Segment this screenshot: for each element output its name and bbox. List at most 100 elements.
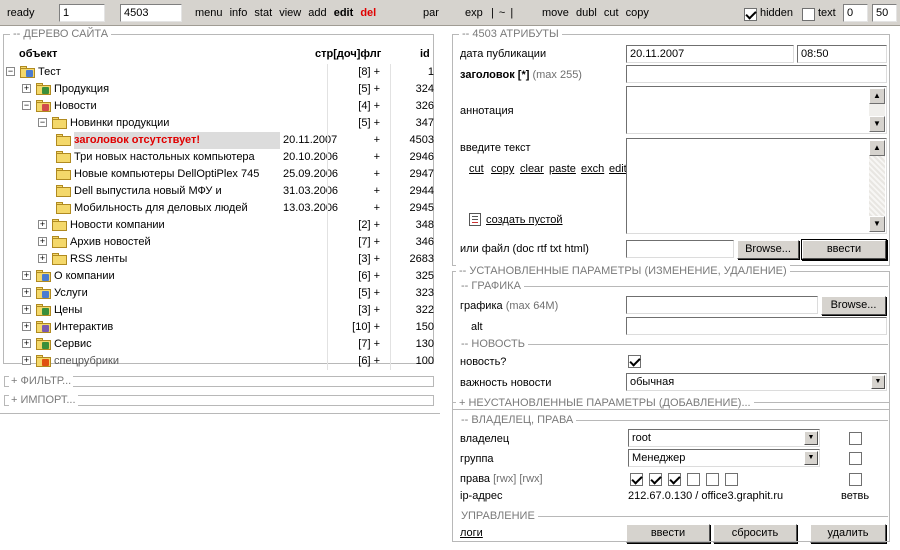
- site-tree-legend[interactable]: -- ДЕРЕВО САЙТА: [10, 28, 112, 40]
- text-checkbox[interactable]: [802, 6, 815, 22]
- text-scrollbar[interactable]: ▲ ▼: [869, 140, 885, 232]
- move-link[interactable]: move: [542, 7, 569, 19]
- tree-row[interactable]: + О компании [6] + 325: [4, 268, 438, 285]
- tree-item-label-box[interactable]: Новинки продукции: [70, 115, 324, 132]
- tree-item-label-box[interactable]: Цены: [54, 302, 324, 319]
- tree-row[interactable]: − Тест [8] + 1: [4, 64, 438, 81]
- attributes-legend[interactable]: -- 4503 АТРИБУТЫ: [459, 28, 562, 40]
- tree-row[interactable]: Мобильность для деловых людей 13.03.2006 +…: [4, 200, 438, 217]
- tree-row[interactable]: − Новинки продукции [5] + 347: [4, 115, 438, 132]
- uninstalled-params-legend[interactable]: + НЕУСТАНОВЛЕННЫЕ ПАРАМЕТРЫ (ДОБАВЛЕНИЕ)…: [456, 397, 754, 409]
- chevron-down-icon[interactable]: ▼: [871, 375, 885, 389]
- file-input[interactable]: [626, 240, 734, 258]
- attributes-submit-button[interactable]: ввести: [802, 240, 886, 259]
- add-link[interactable]: add: [308, 7, 326, 19]
- alt-input[interactable]: [626, 317, 887, 335]
- cut-text-link[interactable]: cut: [469, 163, 484, 175]
- scroll-down-icon[interactable]: ▼: [869, 116, 885, 132]
- rights-checkbox[interactable]: [706, 473, 719, 486]
- expand-icon[interactable]: +: [22, 322, 31, 331]
- rights-checkbox[interactable]: [668, 473, 681, 486]
- text-textarea[interactable]: ▲ ▼: [626, 138, 887, 234]
- rights-checkbox[interactable]: [649, 473, 662, 486]
- edit-link[interactable]: edit: [334, 7, 354, 19]
- scroll-up-icon[interactable]: ▲: [869, 88, 885, 104]
- tree-item-label-box[interactable]: Новости: [54, 98, 324, 115]
- expand-icon[interactable]: +: [22, 305, 31, 314]
- tree-item-label-box[interactable]: Новые компьютеры DellOptiPlex 745: [74, 166, 280, 183]
- tree-item-label-box[interactable]: Интерактив: [54, 319, 324, 336]
- rights-checkbox[interactable]: [725, 473, 738, 486]
- chevron-down-icon[interactable]: ▼: [804, 451, 818, 465]
- tree-item-label-box[interactable]: Три новых настольных компьютера: [74, 149, 280, 166]
- edit-text-link[interactable]: edit: [609, 163, 626, 175]
- exchange-text-link[interactable]: exch: [581, 163, 604, 175]
- pubtime-input[interactable]: [797, 45, 887, 63]
- importance-select[interactable]: обычная ▼: [626, 373, 887, 391]
- tree-row[interactable]: + Цены [3] + 322: [4, 302, 438, 319]
- level-input[interactable]: [59, 4, 105, 22]
- owner-branch-checkbox[interactable]: [849, 432, 862, 445]
- tree-item-label-box[interactable]: Архив новостей: [70, 234, 324, 251]
- tree-row[interactable]: Новые компьютеры DellOptiPlex 745 25.09.2…: [4, 166, 438, 183]
- tree-row[interactable]: Dell выпустила новый МФУ и 31.03.2006 +294…: [4, 183, 438, 200]
- clear-text-link[interactable]: clear: [520, 163, 544, 175]
- scroll-up-icon[interactable]: ▲: [869, 140, 885, 156]
- tree-row[interactable]: + Сервис [7] + 130: [4, 336, 438, 353]
- stat-link[interactable]: stat: [254, 7, 272, 19]
- tree-item-label-box[interactable]: Тест: [38, 64, 324, 81]
- file-browse-button[interactable]: Browse...: [737, 240, 799, 259]
- paste-text-link[interactable]: paste: [549, 163, 576, 175]
- uninstalled-params-section[interactable]: + НЕУСТАНОВЛЕННЫЕ ПАРАМЕТРЫ (ДОБАВЛЕНИЕ)…: [452, 397, 890, 410]
- logs-link[interactable]: логи: [460, 525, 483, 541]
- create-empty-icon[interactable]: [469, 213, 481, 226]
- expand-icon[interactable]: +: [38, 237, 47, 246]
- graphics-browse-button[interactable]: Browse...: [821, 296, 886, 315]
- rights-branch-checkbox[interactable]: [849, 473, 862, 486]
- tree-item-label-box[interactable]: Мобильность для деловых людей: [74, 200, 280, 217]
- owner-select[interactable]: root ▼: [628, 429, 820, 447]
- cut-link[interactable]: cut: [604, 7, 619, 19]
- copy-text-link[interactable]: copy: [491, 163, 514, 175]
- expand-icon[interactable]: +: [22, 271, 31, 280]
- tree-item-label-box[interactable]: О компании: [54, 268, 324, 285]
- annotation-textarea[interactable]: ▲ ▼: [626, 86, 887, 134]
- tree-row[interactable]: + Новости компании [2] + 348: [4, 217, 438, 234]
- rights-checkbox[interactable]: [630, 473, 643, 486]
- import-legend[interactable]: + ИМПОРТ...: [9, 394, 78, 406]
- annotation-scrollbar[interactable]: ▲ ▼: [869, 88, 885, 132]
- filter-section[interactable]: + ФИЛЬТР...: [4, 375, 434, 387]
- tree-item-label-box[interactable]: Новости компании: [70, 217, 324, 234]
- collapse-icon[interactable]: −: [6, 67, 15, 76]
- group-branch-checkbox[interactable]: [849, 452, 862, 465]
- copy-link[interactable]: copy: [626, 7, 649, 19]
- export-link[interactable]: exp: [465, 5, 483, 21]
- tree-item-label-box[interactable]: Продукция: [54, 81, 324, 98]
- filter-legend[interactable]: + ФИЛЬТР...: [9, 375, 74, 387]
- duplicate-link[interactable]: dubl: [576, 7, 597, 19]
- parent-link[interactable]: par: [423, 5, 439, 21]
- expand-icon[interactable]: +: [22, 84, 31, 93]
- tree-row[interactable]: + Архив новостей [7] + 346: [4, 234, 438, 251]
- title-input[interactable]: [626, 65, 887, 83]
- create-empty-link[interactable]: создать пустой: [486, 214, 563, 226]
- info-link[interactable]: info: [230, 7, 248, 19]
- rights-checkbox[interactable]: [687, 473, 700, 486]
- tree-item-label-box[interactable]: Dell выпустила новый МФУ и: [74, 183, 280, 200]
- chevron-down-icon[interactable]: ▼: [804, 431, 818, 445]
- tree-item-label-box[interactable]: заголовок отсутствует!: [74, 132, 280, 149]
- expand-icon[interactable]: +: [22, 356, 31, 365]
- tree-row[interactable]: + Интерактив [10] + 150: [4, 319, 438, 336]
- collapse-icon[interactable]: −: [38, 118, 47, 127]
- tree-item-label-box[interactable]: RSS ленты: [70, 251, 324, 268]
- delete-link[interactable]: del: [360, 7, 376, 19]
- hidden-checkbox[interactable]: [744, 6, 757, 22]
- count-input[interactable]: [872, 4, 897, 22]
- collapse-icon[interactable]: −: [22, 101, 31, 110]
- object-id-input[interactable]: [120, 4, 182, 22]
- is-news-checkbox[interactable]: [628, 355, 641, 368]
- view-link[interactable]: view: [279, 7, 301, 19]
- expand-icon[interactable]: +: [38, 254, 47, 263]
- expand-icon[interactable]: +: [38, 220, 47, 229]
- tree-row[interactable]: заголовок отсутствует! 20.11.2007 +4503: [4, 132, 438, 149]
